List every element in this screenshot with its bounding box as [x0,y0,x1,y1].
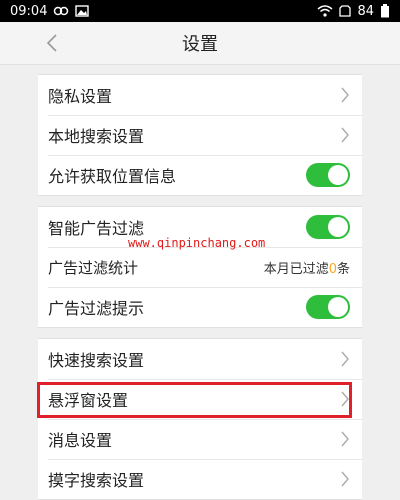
chevron-right-icon [340,391,350,407]
chevron-right-icon [340,127,350,143]
row-label: 摸字搜索设置 [48,471,145,490]
row-label: 隐私设置 [48,87,113,106]
row-label: 广告过滤统计 [48,258,139,277]
chevron-left-icon [46,34,57,52]
sync-icon [53,6,69,16]
row-label: 消息设置 [48,431,113,450]
header: 设置 [0,22,400,65]
chevron-right-icon [340,87,350,103]
location-toggle[interactable] [306,163,350,187]
chevron-right-icon [340,471,350,487]
ad-filter-tip-toggle[interactable] [306,295,350,319]
watermark-text: www.qinpinchang.com [128,236,266,250]
stat-suffix: 条 [336,261,350,277]
row-floating-window-settings[interactable]: 悬浮窗设置 [38,379,362,419]
back-button[interactable] [38,28,66,58]
row-label: 快速搜索设置 [48,351,145,370]
ad-filter-stat-value: 本月已过滤0条 [264,258,350,277]
image-icon [75,5,90,17]
stat-prefix: 本月已过滤 [263,261,329,277]
status-time: 09:04 [10,3,48,19]
row-label: 广告过滤提示 [48,299,145,318]
row-message-settings[interactable]: 消息设置 [38,419,362,459]
settings-group-misc: 快速搜索设置 悬浮窗设置 消息设置 摸字搜索设置 [38,338,362,500]
row-quick-search-settings[interactable]: 快速搜索设置 [38,339,362,379]
page-title: 设置 [182,34,218,55]
battery-level: 84 [357,3,374,19]
status-right: 84 [317,4,390,19]
ad-filter-toggle[interactable] [306,215,350,239]
row-label: 悬浮窗设置 [48,391,129,410]
battery-icon [380,4,390,18]
row-label: 允许获取位置信息 [48,167,177,186]
wifi-icon [317,5,333,17]
settings-group-ad-filter: 智能广告过滤 广告过滤统计 本月已过滤0条 广告过滤提示 [38,206,362,328]
row-label: 本地搜索设置 [48,127,145,146]
settings-group-general: 隐私设置 本地搜索设置 允许获取位置信息 [38,74,362,196]
row-local-search-settings[interactable]: 本地搜索设置 [38,115,362,155]
stat-count: 0 [328,261,337,277]
chevron-right-icon [340,431,350,447]
sim-icon [339,5,352,17]
status-bar: 09:04 84 [0,0,400,22]
row-location-access: 允许获取位置信息 [38,155,362,195]
row-ad-filter-tip: 广告过滤提示 [38,287,362,327]
row-ad-filter-stats: 广告过滤统计 本月已过滤0条 [38,247,362,287]
row-touch-search-settings[interactable]: 摸字搜索设置 [38,459,362,499]
chevron-right-icon [340,351,350,367]
status-left: 09:04 [10,3,90,19]
row-privacy-settings[interactable]: 隐私设置 [38,75,362,115]
